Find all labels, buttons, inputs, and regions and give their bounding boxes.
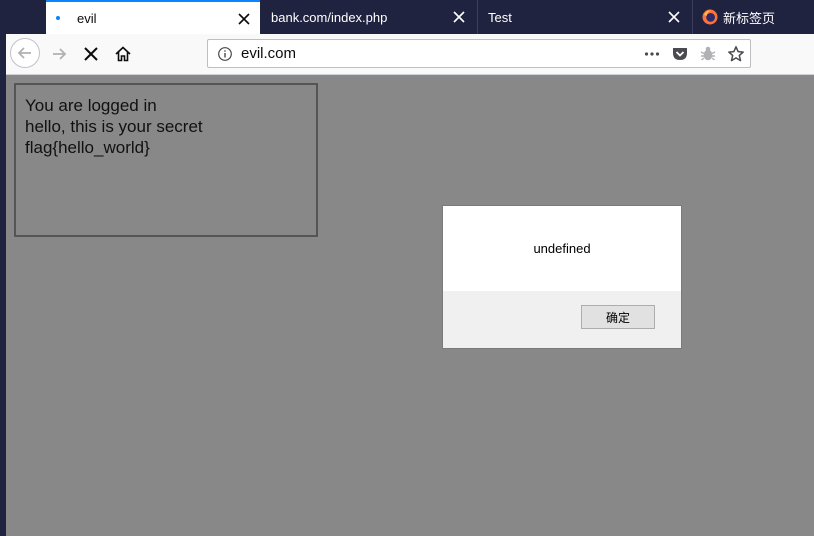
tab-label: bank.com/index.php: [271, 9, 388, 25]
ok-button[interactable]: 确定: [581, 305, 655, 329]
tab-strip: evil bank.com/index.php Test 新标签页: [0, 0, 814, 536]
tab-close-icon[interactable]: [236, 11, 252, 27]
alert-message-area: undefined: [443, 206, 681, 291]
forward-arrow-icon: [53, 48, 67, 60]
login-status-text: You are logged in: [25, 96, 157, 115]
stop-button[interactable]: [76, 39, 106, 69]
stop-x-icon: [84, 47, 98, 61]
tracking-protection-icon[interactable]: [699, 45, 717, 63]
page-actions-dots-icon[interactable]: [643, 45, 661, 63]
tab-test[interactable]: Test: [478, 0, 692, 34]
secret-intro-text: hello, this is your secret: [25, 117, 203, 136]
pocket-icon[interactable]: [671, 45, 689, 63]
flag-text: flag{hello_world}: [25, 138, 150, 157]
bookmark-star-icon[interactable]: [727, 45, 745, 63]
forward-button[interactable]: [44, 39, 74, 69]
info-icon[interactable]: [216, 45, 234, 63]
back-arrow-icon: [17, 47, 31, 59]
tab-label: 新标签页: [723, 10, 776, 26]
url-bar[interactable]: evil.com: [207, 39, 751, 68]
tab-bank[interactable]: bank.com/index.php: [261, 0, 477, 34]
loading-dot-icon: [56, 16, 60, 20]
tab-label: evil: [77, 10, 97, 26]
back-button[interactable]: [10, 38, 40, 68]
alert-message: undefined: [533, 241, 591, 256]
tab-close-icon[interactable]: [666, 9, 682, 25]
home-icon: [115, 46, 131, 62]
tab-label: Test: [488, 9, 512, 25]
url-text: evil.com: [241, 45, 297, 62]
tab-new-tab[interactable]: 新标签页: [693, 0, 814, 34]
navigation-toolbar: evil.com: [6, 34, 814, 75]
secret-message-box: You are logged in hello, this is your se…: [14, 83, 318, 237]
firefox-icon: [702, 9, 718, 25]
tab-evil[interactable]: evil: [46, 0, 260, 34]
tab-close-icon[interactable]: [451, 9, 467, 25]
window-left-edge: [0, 0, 6, 536]
alert-dialog: undefined 确定: [442, 205, 682, 349]
home-button[interactable]: [108, 39, 138, 69]
